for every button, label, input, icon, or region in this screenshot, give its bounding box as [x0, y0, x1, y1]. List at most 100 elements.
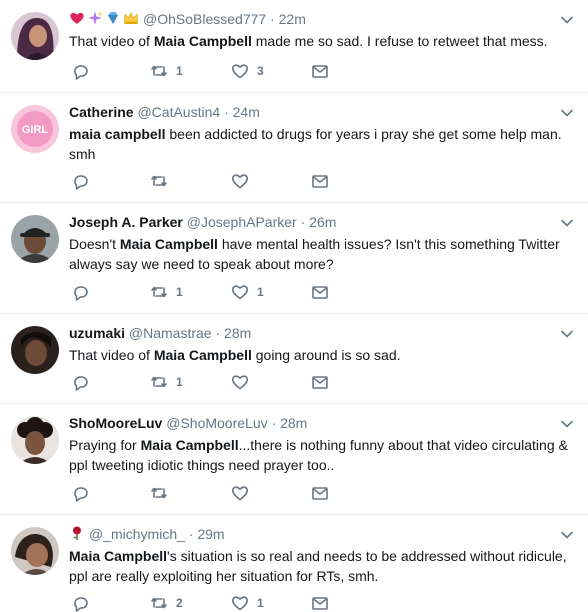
display-name-emoji[interactable]	[69, 525, 87, 545]
woman-curly-hair-avatar[interactable]	[11, 416, 59, 464]
timestamp[interactable]: 26m	[309, 214, 336, 230]
tweet[interactable]: ShoMooreLuv @ShoMooreLuv · 28m Praying fo…	[0, 404, 588, 515]
tweet-header: Joseph A. Parker @JosephAParker · 26m	[69, 213, 336, 231]
retweet-button[interactable]: 1	[150, 62, 183, 80]
user-handle[interactable]: @CatAustin4	[137, 104, 220, 120]
retweet-button[interactable]: 2	[150, 594, 183, 612]
timestamp[interactable]: 24m	[233, 104, 260, 120]
user-handle[interactable]: @_michymich_	[89, 526, 185, 542]
user-handle[interactable]: @JosephAParker	[187, 214, 297, 230]
heart-icon	[231, 283, 249, 301]
reply-button[interactable]	[71, 62, 89, 80]
reply-button[interactable]	[71, 283, 89, 301]
like-button[interactable]: 1	[231, 594, 264, 612]
like-button[interactable]	[231, 373, 249, 391]
chevron-down-icon[interactable]	[560, 215, 574, 227]
separator-dot: ·	[267, 415, 281, 431]
user-handle[interactable]: @OhSoBlessed777	[143, 11, 266, 27]
dark-portrait-avatar[interactable]	[11, 326, 59, 374]
timestamp[interactable]: 28m	[224, 325, 251, 341]
retweet-button[interactable]: 1	[150, 283, 183, 301]
like-button[interactable]: 3	[231, 62, 264, 80]
woman-selfie-avatar[interactable]	[11, 527, 59, 575]
text-segment: made me so sad. I refuse to retweet that…	[251, 33, 548, 49]
like-button[interactable]	[231, 484, 249, 502]
highlighted-term: Maia Campbell	[69, 548, 168, 564]
display-name[interactable]: Joseph A. Parker	[69, 214, 183, 230]
direct-message-button[interactable]	[311, 373, 329, 391]
heart-icon	[231, 373, 249, 391]
display-name[interactable]: Catherine	[69, 104, 134, 120]
retweet-icon	[150, 484, 168, 502]
tweet[interactable]: Joseph A. Parker @JosephAParker · 26m Doe…	[0, 203, 588, 314]
retweet-count: 2	[176, 596, 183, 610]
timestamp[interactable]: 29m	[197, 526, 224, 542]
woman-purple-hair-avatar[interactable]	[11, 12, 59, 60]
like-count: 3	[257, 64, 264, 78]
tweet[interactable]: @_michymich_ · 29m Maia Campbell's situat…	[0, 515, 588, 612]
tweet-header: ShoMooreLuv @ShoMooreLuv · 28m	[69, 414, 307, 432]
reply-button[interactable]	[71, 373, 89, 391]
chevron-down-icon[interactable]	[560, 326, 574, 338]
retweet-icon	[150, 172, 168, 190]
display-name[interactable]: ShoMooreLuv	[69, 415, 162, 431]
highlighted-term: Maia Campbell	[119, 236, 218, 252]
separator-dot: ·	[266, 11, 279, 27]
svg-text:GIRL: GIRL	[22, 124, 49, 136]
timestamp[interactable]: 28m	[280, 415, 307, 431]
tweet-text: Praying for Maia Campbell...there is not…	[69, 435, 574, 475]
like-button[interactable]: 1	[231, 283, 264, 301]
like-count: 1	[257, 596, 264, 610]
envelope-icon	[311, 484, 329, 502]
separator-dot: ·	[211, 325, 225, 341]
user-handle[interactable]: @ShoMooreLuv	[166, 415, 267, 431]
retweet-icon	[150, 373, 168, 391]
user-handle[interactable]: @Namastrae	[129, 325, 212, 341]
pink-logo-avatar[interactable]: GIRL	[11, 105, 59, 153]
chevron-down-icon[interactable]	[560, 12, 574, 24]
retweet-count: 1	[176, 285, 183, 299]
tweet[interactable]: uzumaki @Namastrae · 28m That video of Ma…	[0, 314, 588, 404]
direct-message-button[interactable]	[311, 283, 329, 301]
retweet-icon	[150, 62, 168, 80]
direct-message-button[interactable]	[311, 484, 329, 502]
chevron-down-icon[interactable]	[560, 527, 574, 539]
like-count: 1	[257, 285, 264, 299]
tweet[interactable]: @OhSoBlessed777 · 22m That video of Maia …	[0, 0, 588, 93]
separator-dot: ·	[220, 104, 233, 120]
reply-icon	[71, 373, 89, 391]
retweet-button[interactable]: 1	[150, 373, 183, 391]
heart-icon	[231, 172, 249, 190]
direct-message-button[interactable]	[311, 62, 329, 80]
chevron-down-icon[interactable]	[560, 416, 574, 428]
tweet[interactable]: GIRL Catherine @CatAustin4 · 24m maia camp…	[0, 93, 588, 203]
timestamp[interactable]: 22m	[279, 11, 306, 27]
chevron-down-icon[interactable]	[560, 105, 574, 117]
separator-dot: ·	[184, 526, 198, 542]
direct-message-button[interactable]	[311, 594, 329, 612]
reply-button[interactable]	[71, 594, 89, 612]
envelope-icon	[311, 283, 329, 301]
reply-icon	[71, 62, 89, 80]
direct-message-button[interactable]	[311, 172, 329, 190]
display-name-emoji[interactable]	[69, 10, 141, 30]
retweet-count: 1	[176, 375, 183, 389]
reply-button[interactable]	[71, 172, 89, 190]
retweet-button[interactable]	[150, 484, 168, 502]
man-cap-avatar[interactable]	[11, 215, 59, 263]
retweet-button[interactable]	[150, 172, 168, 190]
highlighted-term: Maia Campbell	[153, 347, 252, 363]
red-heart-icon	[70, 12, 84, 24]
display-name[interactable]: uzumaki	[69, 325, 125, 341]
like-button[interactable]	[231, 172, 249, 190]
text-segment: going around is so sad.	[251, 347, 401, 363]
tweet-header: Catherine @CatAustin4 · 24m	[69, 103, 260, 121]
rose-icon	[73, 526, 81, 540]
reply-icon	[71, 283, 89, 301]
reply-button[interactable]	[71, 484, 89, 502]
highlighted-term: Maia Campbell	[140, 437, 239, 453]
tweet-header: @OhSoBlessed777 · 22m	[69, 10, 306, 30]
envelope-icon	[311, 594, 329, 612]
retweet-icon	[150, 283, 168, 301]
reply-icon	[71, 484, 89, 502]
